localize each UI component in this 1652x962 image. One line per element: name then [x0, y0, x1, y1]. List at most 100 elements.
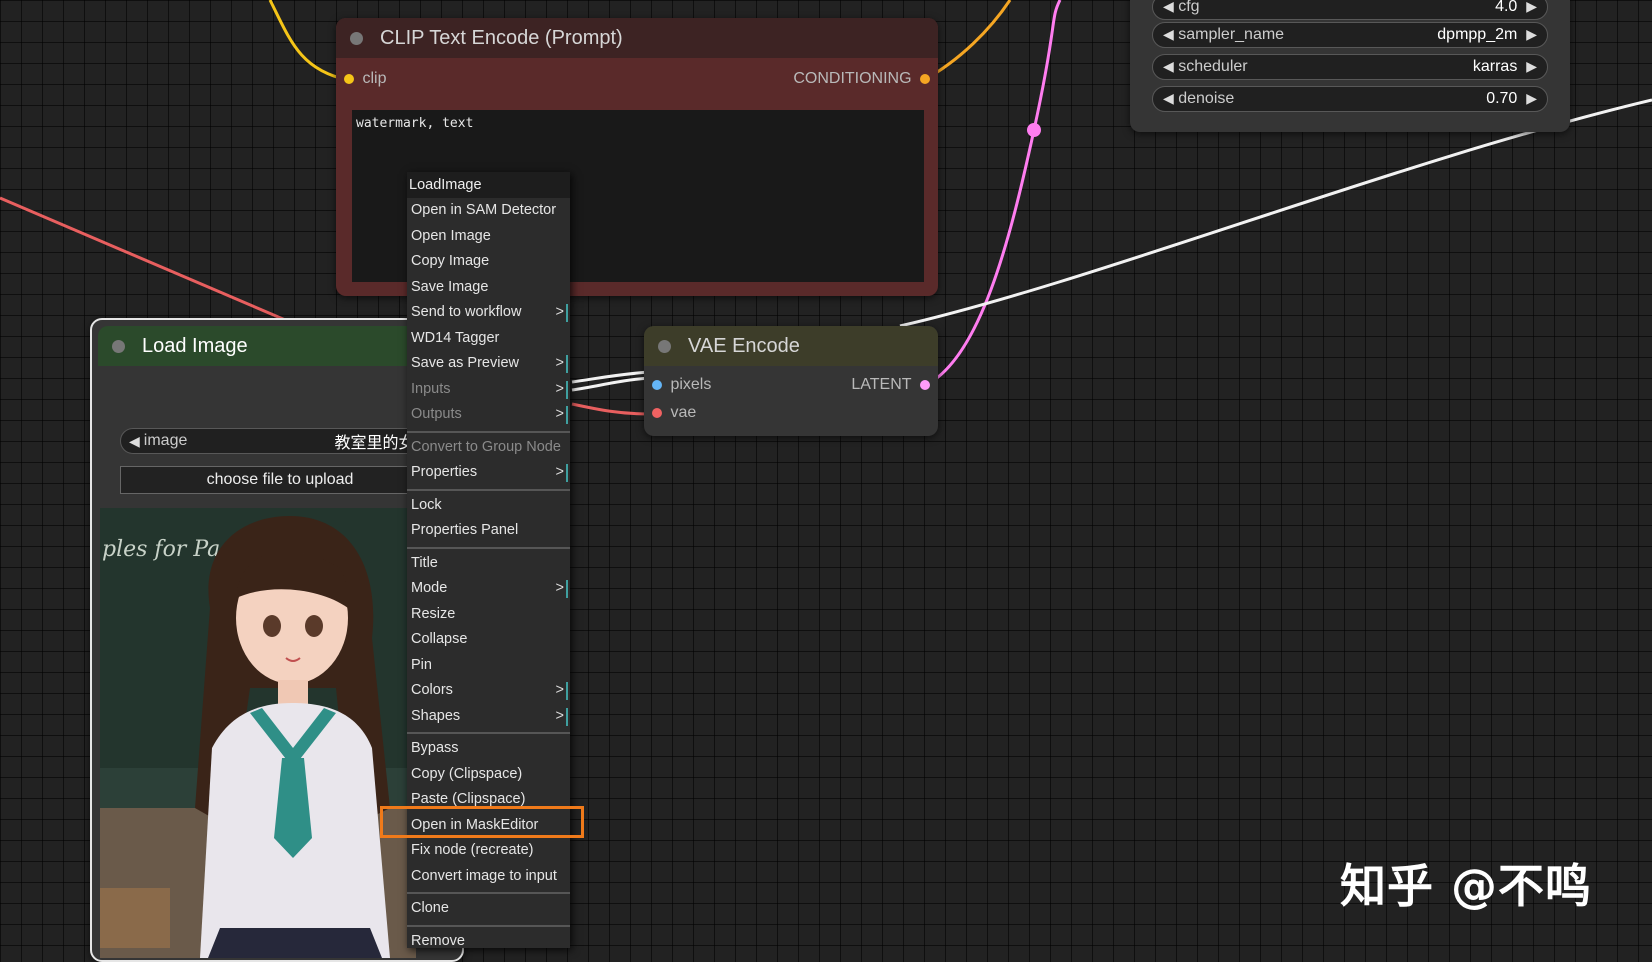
menu-item-label: Copy Image [411, 253, 490, 269]
menu-item[interactable]: Properties > [407, 460, 570, 486]
menu-item-label: Bypass [411, 740, 459, 756]
image-widget-label: image [143, 432, 188, 449]
menu-item-label: Title [411, 554, 438, 571]
menu-item[interactable]: Mode > [407, 576, 570, 602]
menu-item-label: Pin [411, 656, 432, 673]
load-image-titlebar[interactable]: Load Image [98, 326, 456, 366]
menu-item[interactable]: Convert image to input [407, 864, 570, 890]
vae-input-label: vae [670, 404, 697, 421]
decrement-arrow-icon[interactable]: ◀ [1163, 58, 1174, 74]
menu-item[interactable]: Shapes > [407, 704, 570, 730]
menu-item-label: Collapse [411, 631, 468, 647]
menu-item: Outputs > [407, 402, 570, 428]
vae-input-slot[interactable]: vae [652, 404, 696, 422]
menu-item-label: Properties Panel [411, 522, 519, 538]
menu-item-label: Save Image [411, 278, 489, 295]
pixels-input-label: pixels [670, 376, 712, 393]
menu-item[interactable]: Clone [407, 896, 570, 922]
menu-item-label: Inputs [411, 380, 451, 397]
latent-slot-dot-icon[interactable] [920, 379, 930, 390]
menu-item-label: Colors [411, 682, 453, 698]
latent-output-slot[interactable]: LATENT [851, 376, 930, 394]
ksampler-node[interactable]: ◀ cfg 4.0 ▶ ◀ sampler_name dpmpp_2m ▶ ◀ … [1130, 0, 1570, 132]
vae-encode-titlebar[interactable]: VAE Encode [644, 326, 938, 366]
menu-item[interactable]: Lock [407, 493, 570, 519]
menu-item[interactable]: Save Image [407, 275, 570, 301]
increment-arrow-icon[interactable]: ▶ [1526, 26, 1537, 42]
menu-item[interactable]: Resize [407, 602, 570, 628]
menu-item[interactable]: Collapse [407, 627, 570, 653]
conditioning-output-label: CONDITIONING [793, 70, 912, 87]
sampler-name-widget[interactable]: ◀ sampler_name dpmpp_2m ▶ [1152, 22, 1548, 48]
menu-item-label: Open in SAM Detector [411, 202, 557, 218]
decrement-arrow-icon[interactable]: ◀ [1163, 26, 1174, 42]
latent-wire [923, 0, 1062, 388]
submenu-chevron-icon: > [556, 678, 569, 703]
clip-input-label: clip [362, 70, 387, 87]
denoise-widget[interactable]: ◀ denoise 0.70 ▶ [1152, 86, 1548, 112]
menu-item-label: Convert to Group Node [411, 438, 561, 455]
scheduler-widget[interactable]: ◀ scheduler karras ▶ [1152, 54, 1548, 80]
girl-illustration-image: ples for Pa [100, 508, 416, 958]
cfg-value: 4.0 [1495, 0, 1518, 15]
menu-item-label: Lock [411, 496, 442, 513]
menu-item-label: Save as Preview [411, 355, 519, 371]
zhihu-watermark: 知乎 @不鸣 [1340, 859, 1593, 913]
vae-encode-title: VAE Encode [688, 334, 800, 357]
pixels-slot-dot-icon[interactable] [652, 379, 662, 390]
menu-item[interactable]: WD14 Tagger [407, 326, 570, 352]
cfg-label: cfg [1178, 0, 1200, 15]
menu-item[interactable]: Open in SAM Detector [407, 198, 570, 224]
menu-item[interactable]: Bypass [407, 736, 570, 762]
menu-item[interactable]: Title [407, 551, 570, 577]
vae-encode-node[interactable]: VAE Encode pixels vae LATENT [644, 326, 938, 436]
submenu-chevron-icon: > [556, 460, 569, 485]
chalkboard-text: ples for Pa [102, 537, 220, 562]
scheduler-label: scheduler [1178, 58, 1248, 75]
menu-item[interactable]: Pin [407, 653, 570, 679]
menu-item[interactable]: Remove [407, 929, 570, 955]
choose-file-upload-button[interactable]: choose file to upload [120, 466, 440, 494]
menu-item-label: Resize [411, 605, 456, 622]
increment-arrow-icon[interactable]: ▶ [1526, 0, 1537, 14]
menu-item[interactable]: Open Image [407, 224, 570, 250]
clip-slot-dot-icon[interactable] [344, 73, 354, 84]
clip-node-titlebar[interactable]: CLIP Text Encode (Prompt) [336, 18, 938, 58]
conditioning-slot-dot-icon[interactable] [920, 73, 930, 84]
vae-slot-dot-icon[interactable] [652, 407, 662, 418]
menu-separator [407, 729, 570, 734]
highlight-annotation-box [380, 806, 584, 838]
decrement-arrow-icon[interactable]: ◀ [129, 433, 140, 450]
menu-item: Inputs > [407, 377, 570, 403]
sampler-name-value: dpmpp_2m [1437, 26, 1518, 43]
menu-item-label: Convert image to input [411, 867, 557, 884]
vae-wire-end [571, 402, 651, 416]
vae-wire [0, 196, 291, 324]
menu-item[interactable]: Properties Panel [407, 518, 570, 544]
decrement-arrow-icon[interactable]: ◀ [1163, 0, 1174, 14]
submenu-chevron-icon: > [556, 402, 569, 427]
clip-input-slot[interactable]: clip [344, 70, 386, 88]
menu-separator [407, 486, 570, 491]
menu-item[interactable]: Copy (Clipspace) [407, 762, 570, 788]
menu-item[interactable]: Fix node (recreate) [407, 838, 570, 864]
decrement-arrow-icon[interactable]: ◀ [1163, 90, 1174, 106]
menu-item[interactable]: Save as Preview > [407, 351, 570, 377]
collapse-dot-icon[interactable] [350, 32, 363, 45]
increment-arrow-icon[interactable]: ▶ [1526, 90, 1537, 106]
menu-item-label: Open Image [411, 227, 491, 244]
submenu-chevron-icon: > [556, 300, 569, 325]
cfg-widget[interactable]: ◀ cfg 4.0 ▶ [1152, 0, 1548, 20]
menu-item-label: Copy (Clipspace) [411, 765, 523, 782]
menu-separator [407, 428, 570, 433]
increment-arrow-icon[interactable]: ▶ [1526, 58, 1537, 74]
conditioning-output-slot[interactable]: CONDITIONING [793, 70, 930, 88]
menu-item[interactable]: Send to workflow > [407, 300, 570, 326]
collapse-dot-icon[interactable] [658, 340, 671, 353]
pixels-input-slot[interactable]: pixels [652, 376, 711, 394]
menu-item[interactable]: Colors > [407, 678, 570, 704]
collapse-dot-icon[interactable] [112, 340, 125, 353]
submenu-chevron-icon: > [556, 704, 569, 729]
menu-item[interactable]: Copy Image [407, 249, 570, 275]
image-select-widget[interactable]: ◀ image 教室里的女孩. [120, 428, 450, 454]
